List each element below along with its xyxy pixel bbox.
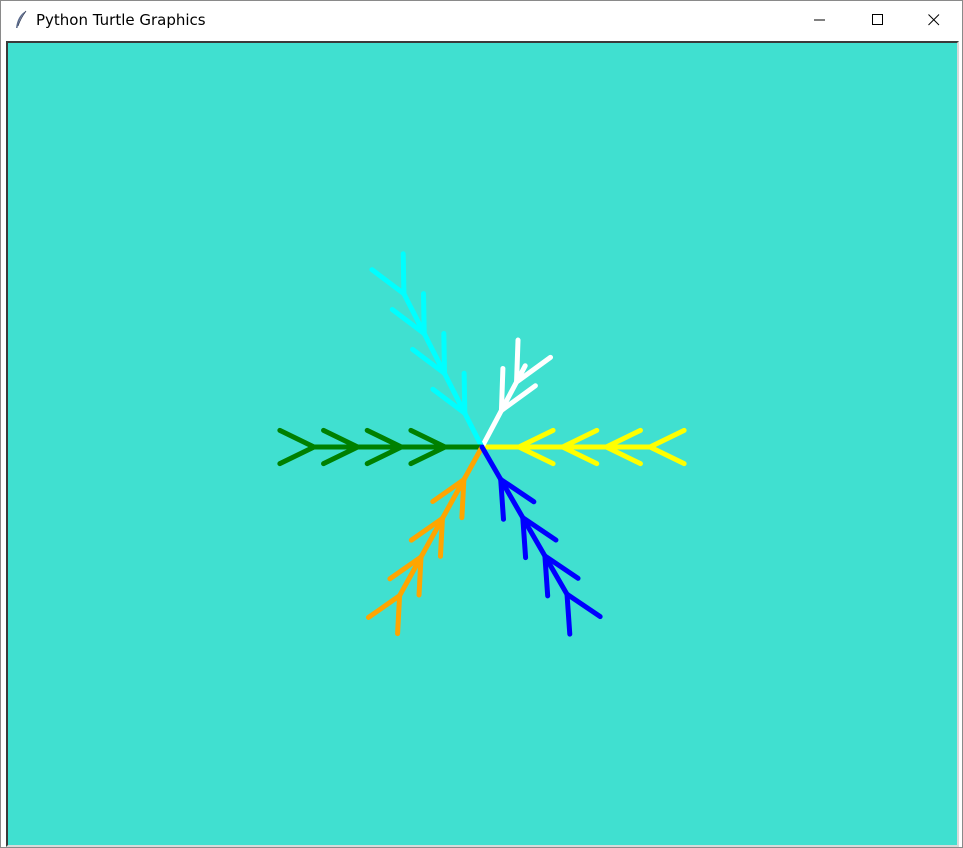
turtle-canvas[interactable] (8, 43, 957, 845)
close-icon (928, 14, 940, 26)
branch-barb (514, 337, 521, 385)
branch-barb (395, 593, 403, 637)
branch-barb (542, 553, 551, 599)
canvas-frame (6, 41, 959, 847)
branch-barb (437, 515, 445, 559)
minimize-icon (814, 19, 825, 21)
branch-barb (520, 515, 529, 561)
feather-icon (16, 10, 27, 28)
branch-barb (441, 330, 448, 376)
minimize-button[interactable] (791, 1, 849, 39)
close-button[interactable] (905, 1, 963, 39)
branch-barb (564, 591, 573, 637)
branch-barb (459, 477, 467, 521)
maximize-icon (872, 14, 883, 25)
branch-barb (498, 476, 506, 522)
turtle-window: Python Turtle Graphics (0, 0, 963, 848)
title-bar[interactable]: Python Turtle Graphics (1, 1, 962, 39)
branch-barb (416, 554, 424, 598)
branch-barb (498, 365, 506, 413)
branch-barb (421, 291, 427, 337)
branch-barb (461, 370, 468, 416)
window-title: Python Turtle Graphics (36, 11, 206, 29)
maximize-button[interactable] (849, 1, 907, 39)
branch-barb (400, 251, 407, 297)
